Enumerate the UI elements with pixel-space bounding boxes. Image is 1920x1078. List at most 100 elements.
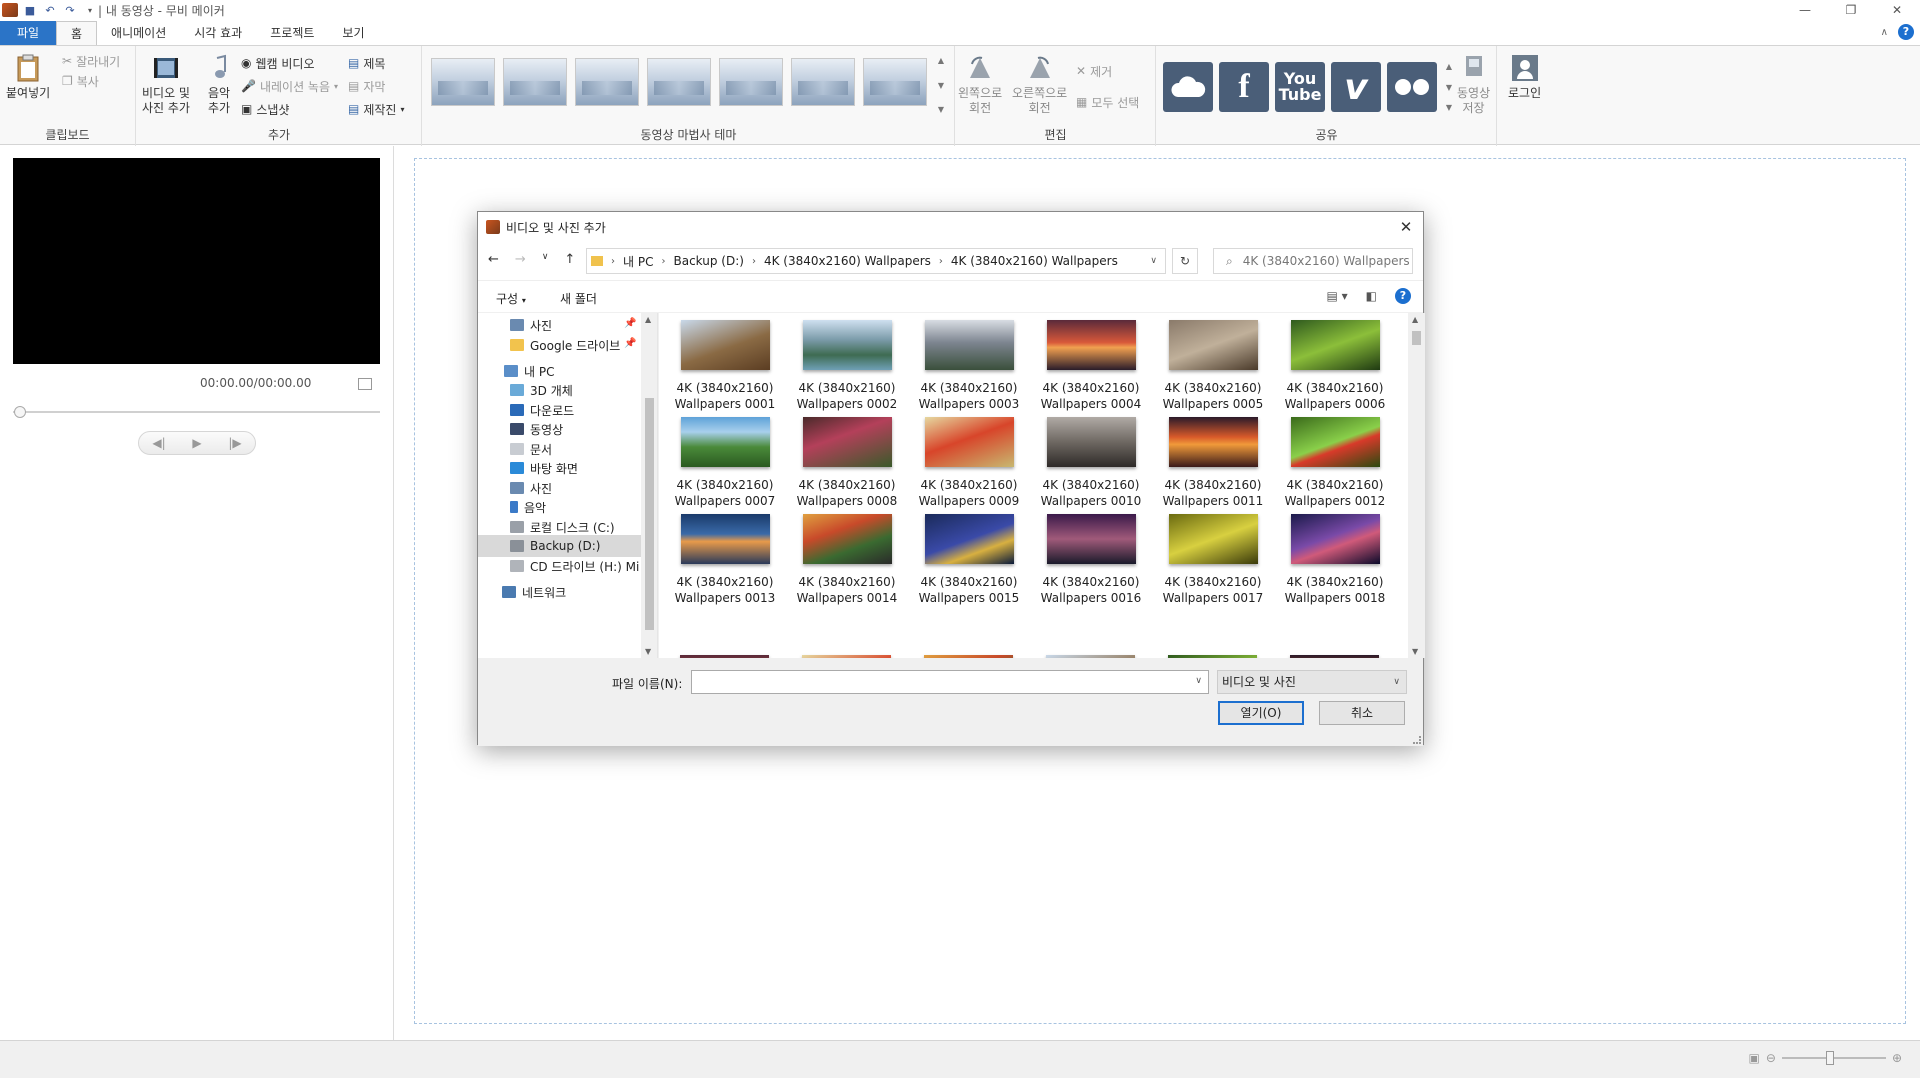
address-dropdown-icon[interactable]: ∨: [1150, 256, 1157, 266]
tab-view[interactable]: 보기: [328, 21, 378, 45]
theme-thumbnail[interactable]: [575, 58, 639, 106]
add-music-button[interactable]: 음악 추가: [203, 52, 235, 116]
caption-button[interactable]: ▤ 자막: [348, 77, 385, 95]
previous-frame-icon[interactable]: ◀|: [152, 436, 165, 450]
help-icon[interactable]: ?: [1898, 24, 1914, 40]
search-input[interactable]: ⌕ 4K (3840x2160) Wallpapers ...: [1213, 248, 1413, 274]
forward-arrow-icon[interactable]: →: [515, 252, 526, 267]
file-item[interactable]: 4K (3840x2160) Wallpapers 0013: [667, 514, 783, 610]
credits-button[interactable]: ▤ 제작진 ▾: [348, 100, 404, 118]
preview-pane-icon[interactable]: ◧: [1366, 289, 1377, 303]
nav-item-pictures-quick[interactable]: 사진: [510, 314, 552, 336]
organize-button[interactable]: 구성 ▾: [496, 290, 526, 307]
help-icon[interactable]: ?: [1395, 288, 1411, 304]
zoom-slider-thumb[interactable]: [1825, 1051, 1834, 1065]
nav-pane-scrollbar[interactable]: ▲ ▼: [641, 313, 657, 658]
record-narration-button[interactable]: 🎤 내레이션 녹음 ▾: [241, 77, 338, 95]
recent-dropdown-icon[interactable]: ∨: [542, 252, 549, 267]
close-icon[interactable]: ✕: [1874, 0, 1920, 20]
breadcrumb-item[interactable]: 내 PC: [623, 253, 653, 270]
scroll-up-icon[interactable]: ▲: [1446, 62, 1452, 71]
customize-qat-icon[interactable]: ▾: [82, 3, 98, 17]
scroll-up-icon[interactable]: ▲: [645, 315, 651, 324]
tab-project[interactable]: 프로젝트: [256, 21, 328, 45]
zoom-out-icon[interactable]: ⊖: [1766, 1051, 1776, 1065]
tab-home[interactable]: 홈: [56, 21, 98, 45]
nav-item-network[interactable]: 네트워크: [502, 581, 566, 603]
remove-button[interactable]: ✕ 제거: [1076, 62, 1112, 80]
file-item[interactable]: 4K (3840x2160) Wallpapers 0009: [911, 417, 1027, 513]
scrollbar-thumb[interactable]: [645, 398, 654, 630]
open-button[interactable]: 열기(O): [1218, 701, 1304, 725]
youtube-button[interactable]: You Tube: [1275, 62, 1325, 112]
video-preview[interactable]: [13, 158, 380, 364]
gallery-expand-icon[interactable]: ▼: [1446, 103, 1452, 112]
breadcrumb-item[interactable]: Backup (D:): [673, 254, 743, 268]
rotate-left-button[interactable]: 왼쪽으로 회전: [958, 52, 1002, 116]
resize-grip-icon[interactable]: [1413, 736, 1421, 744]
address-bar[interactable]: › 내 PC › Backup (D:) › 4K (3840x2160) Wa…: [586, 248, 1166, 274]
onedrive-button[interactable]: [1163, 62, 1213, 112]
title-button[interactable]: ▤ 제목: [348, 54, 385, 72]
theme-thumbnail[interactable]: [863, 58, 927, 106]
theme-thumbnail[interactable]: [719, 58, 783, 106]
restore-icon[interactable]: ❐: [1828, 0, 1874, 20]
file-item[interactable]: 4K (3840x2160) Wallpapers 0015: [911, 514, 1027, 610]
play-icon[interactable]: ▶: [192, 436, 201, 450]
seek-bar[interactable]: [13, 411, 380, 413]
scroll-down-icon[interactable]: ▼: [1412, 647, 1418, 656]
login-button[interactable]: 로그인: [1508, 52, 1541, 101]
save-movie-button[interactable]: 동영상 저장: [1457, 52, 1490, 116]
theme-thumbnail[interactable]: [503, 58, 567, 106]
scroll-down-icon[interactable]: ▼: [1446, 83, 1452, 92]
tab-file[interactable]: 파일: [0, 21, 56, 45]
file-item[interactable]: 4K (3840x2160) Wallpapers 0016: [1033, 514, 1149, 610]
refresh-icon[interactable]: ↻: [1172, 248, 1198, 274]
redo-icon[interactable]: ↷: [62, 3, 78, 17]
rotate-right-button[interactable]: 오른쪽으로 회전: [1012, 52, 1067, 116]
file-item[interactable]: 4K (3840x2160) Wallpapers 0017: [1155, 514, 1271, 610]
share-gallery-scroll[interactable]: ▲ ▼ ▼: [1443, 62, 1455, 112]
facebook-button[interactable]: f: [1219, 62, 1269, 112]
vimeo-button[interactable]: v: [1331, 62, 1381, 112]
file-item[interactable]: 4K (3840x2160) Wallpapers 0010: [1033, 417, 1149, 513]
save-icon[interactable]: ■: [22, 3, 38, 17]
expand-preview-icon[interactable]: [358, 378, 372, 390]
select-all-button[interactable]: ▦ 모두 선택: [1076, 93, 1139, 111]
file-list-scrollbar[interactable]: ▲ ▼: [1408, 313, 1425, 658]
zoom-slider[interactable]: [1781, 1051, 1886, 1065]
nav-item-desktop[interactable]: 바탕 화면: [510, 457, 578, 479]
snapshot-button[interactable]: ▣ 스냅샷: [241, 100, 289, 118]
file-item[interactable]: 4K (3840x2160) Wallpapers 0007: [667, 417, 783, 513]
breadcrumb-separator-icon[interactable]: ›: [611, 256, 615, 267]
file-item[interactable]: 4K (3840x2160) Wallpapers 0004: [1033, 320, 1149, 416]
filename-input[interactable]: ∨: [691, 670, 1209, 694]
cut-button[interactable]: ✂ 잘라내기: [62, 52, 120, 70]
copy-button[interactable]: ❐ 복사: [62, 72, 99, 90]
file-item[interactable]: 4K (3840x2160) Wallpapers 0011: [1155, 417, 1271, 513]
collapse-ribbon-icon[interactable]: ∧: [1881, 27, 1888, 38]
file-item[interactable]: 4K (3840x2160) Wallpapers 0006: [1277, 320, 1393, 416]
filetype-select[interactable]: 비디오 및 사진 ∨: [1217, 670, 1407, 694]
tab-animation[interactable]: 애니메이션: [97, 21, 180, 45]
breadcrumb-item[interactable]: 4K (3840x2160) Wallpapers: [764, 254, 931, 268]
theme-gallery-scroll[interactable]: ▲ ▼ ▼: [935, 56, 947, 114]
scrollbar-thumb[interactable]: [1412, 331, 1421, 345]
dialog-close-icon[interactable]: ✕: [1389, 212, 1423, 242]
file-item[interactable]: 4K (3840x2160) Wallpapers 0012: [1277, 417, 1393, 513]
tab-visual-effects[interactable]: 시각 효과: [180, 21, 256, 45]
nav-item-music[interactable]: 음악: [510, 496, 546, 518]
file-item[interactable]: 4K (3840x2160) Wallpapers 0014: [789, 514, 905, 610]
file-item[interactable]: 4K (3840x2160) Wallpapers 0001: [667, 320, 783, 416]
flickr-button[interactable]: [1387, 62, 1437, 112]
file-item[interactable]: 4K (3840x2160) Wallpapers 0005: [1155, 320, 1271, 416]
scroll-down-icon[interactable]: ▼: [938, 81, 944, 90]
next-frame-icon[interactable]: |▶: [228, 436, 241, 450]
new-folder-button[interactable]: 새 폴더: [560, 290, 597, 307]
file-item[interactable]: 4K (3840x2160) Wallpapers 0018: [1277, 514, 1393, 610]
minimize-icon[interactable]: —: [1782, 0, 1828, 20]
breadcrumb-separator-icon[interactable]: ›: [661, 256, 665, 267]
theme-thumbnail[interactable]: [431, 58, 495, 106]
back-arrow-icon[interactable]: ←: [488, 252, 499, 267]
file-item[interactable]: 4K (3840x2160) Wallpapers 0008: [789, 417, 905, 513]
